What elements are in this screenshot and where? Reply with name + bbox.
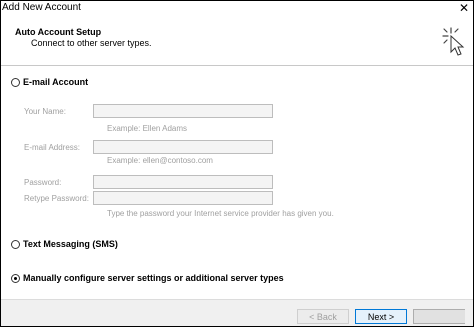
dialog-body: E-mail Account Your Name: Example: Ellen… xyxy=(1,67,473,299)
title-bar: Add New Account ✕ xyxy=(1,1,473,17)
retype-password-label: Retype Password: xyxy=(24,194,89,203)
header-title: Auto Account Setup xyxy=(15,27,102,37)
add-account-dialog: Add New Account ✕ Auto Account Setup Con… xyxy=(0,0,474,327)
close-icon[interactable]: ✕ xyxy=(459,1,469,15)
password-hint: Type the password your Internet service … xyxy=(107,209,334,218)
sms-label: Text Messaging (SMS) xyxy=(23,239,118,249)
manual-configure-option[interactable]: Manually configure server settings or ad… xyxy=(11,273,284,283)
dialog-footer: < Back Next > xyxy=(1,299,473,326)
email-account-radio[interactable] xyxy=(11,77,20,87)
back-button[interactable]: < Back xyxy=(297,309,349,324)
header-subtitle: Connect to other server types. xyxy=(31,38,152,48)
manual-configure-radio[interactable] xyxy=(11,273,20,283)
window-title: Add New Account xyxy=(2,2,81,13)
email-account-option[interactable]: E-mail Account xyxy=(11,77,88,87)
email-address-field[interactable] xyxy=(93,140,273,154)
your-name-label: Your Name: xyxy=(24,107,66,116)
password-label: Password: xyxy=(24,178,62,187)
your-name-field[interactable] xyxy=(93,104,273,118)
wizard-cursor-icon xyxy=(442,27,465,56)
cancel-button[interactable] xyxy=(413,309,465,324)
email-address-label: E-mail Address: xyxy=(24,143,81,152)
manual-configure-label: Manually configure server settings or ad… xyxy=(23,273,284,283)
your-name-hint: Example: Ellen Adams xyxy=(107,124,188,133)
email-account-label: E-mail Account xyxy=(23,77,89,87)
retype-password-field[interactable] xyxy=(93,191,273,205)
sms-radio[interactable] xyxy=(11,239,20,249)
password-field[interactable] xyxy=(93,175,273,189)
next-button[interactable]: Next > xyxy=(355,309,407,324)
email-address-hint: Example: ellen@contoso.com xyxy=(107,156,213,165)
dialog-header: Auto Account Setup Connect to other serv… xyxy=(1,18,473,66)
sms-option[interactable]: Text Messaging (SMS) xyxy=(11,239,118,249)
